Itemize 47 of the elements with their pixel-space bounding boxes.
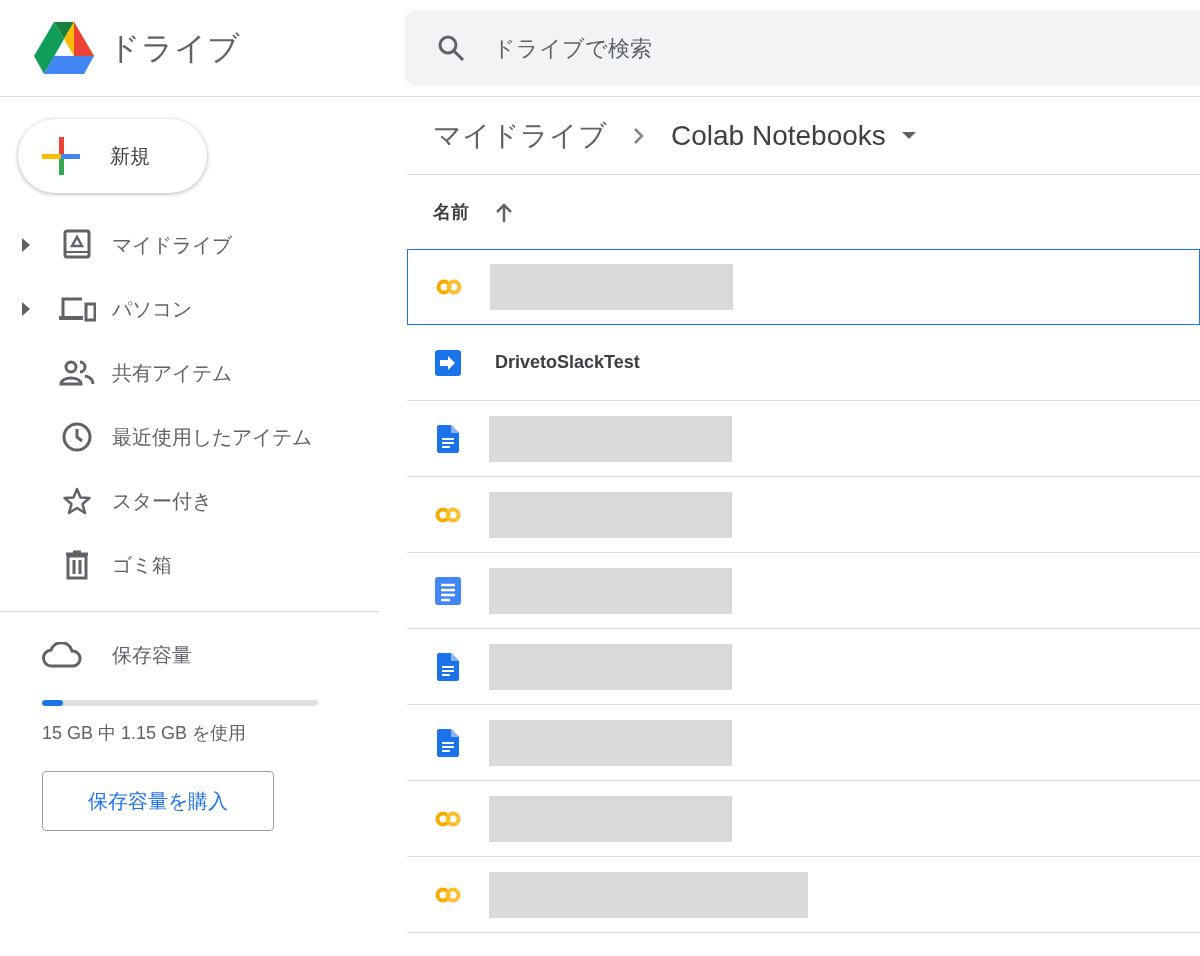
buy-storage-button[interactable]: 保存容量を購入 [42,771,274,831]
chevron-right-icon [633,126,645,145]
clock-icon [61,421,93,453]
current-folder[interactable]: Colab Notebooks [671,114,886,157]
nav-label: マイドライブ [112,233,232,258]
search-icon [437,34,465,62]
colab-icon [435,886,461,903]
new-button[interactable]: 新規 [18,119,207,193]
file-row[interactable] [407,249,1200,325]
breadcrumb-link[interactable]: マイドライブ [433,114,607,157]
file-row[interactable]: DrivetoSlackTest [407,325,1200,401]
document-icon [437,652,459,681]
nav-label: 共有アイテム [112,361,232,386]
product-name: ドライブ [108,29,240,68]
dropdown-caret-icon [901,131,916,140]
drive-logo-icon [34,22,94,74]
storage-label: 保存容量 [112,643,192,668]
search-field[interactable]: ドライブで検索 [405,10,1200,86]
drive-folder-icon [62,229,92,261]
nav-item[interactable]: パソコン [0,277,380,341]
nav-label: 最近使用したアイテム [112,425,312,450]
star-icon [62,486,92,516]
plus-icon [42,137,80,175]
document-icon [437,728,459,757]
nav-item[interactable]: マイドライブ [0,213,380,277]
nav-item[interactable]: 共有アイテム [0,341,380,405]
script-icon [435,349,461,376]
nav-label: スター付き [112,489,212,514]
colab-icon [435,810,461,827]
devices-icon [58,296,96,322]
nav-label: ゴミ箱 [112,553,172,578]
column-header[interactable]: 名前 [433,198,469,226]
cloud-icon [42,642,82,668]
nav-item[interactable]: ゴミ箱 [0,533,380,597]
nav-item[interactable]: 最近使用したアイテム [0,405,380,469]
colab-icon [435,506,461,523]
search-input[interactable]: ドライブで検索 [493,31,1200,65]
file-name: DrivetoSlackTest [495,351,640,374]
document-icon [435,576,461,605]
nav-item[interactable]: スター付き [0,469,380,533]
storage-usage: 15 GB 中 1.15 GB を使用 [42,722,248,745]
people-icon [59,360,95,386]
arrow-up-icon[interactable] [495,202,513,222]
nav-label: パソコン [112,297,192,322]
trash-icon [64,550,90,580]
document-icon [437,424,459,453]
colab-icon [436,279,462,295]
